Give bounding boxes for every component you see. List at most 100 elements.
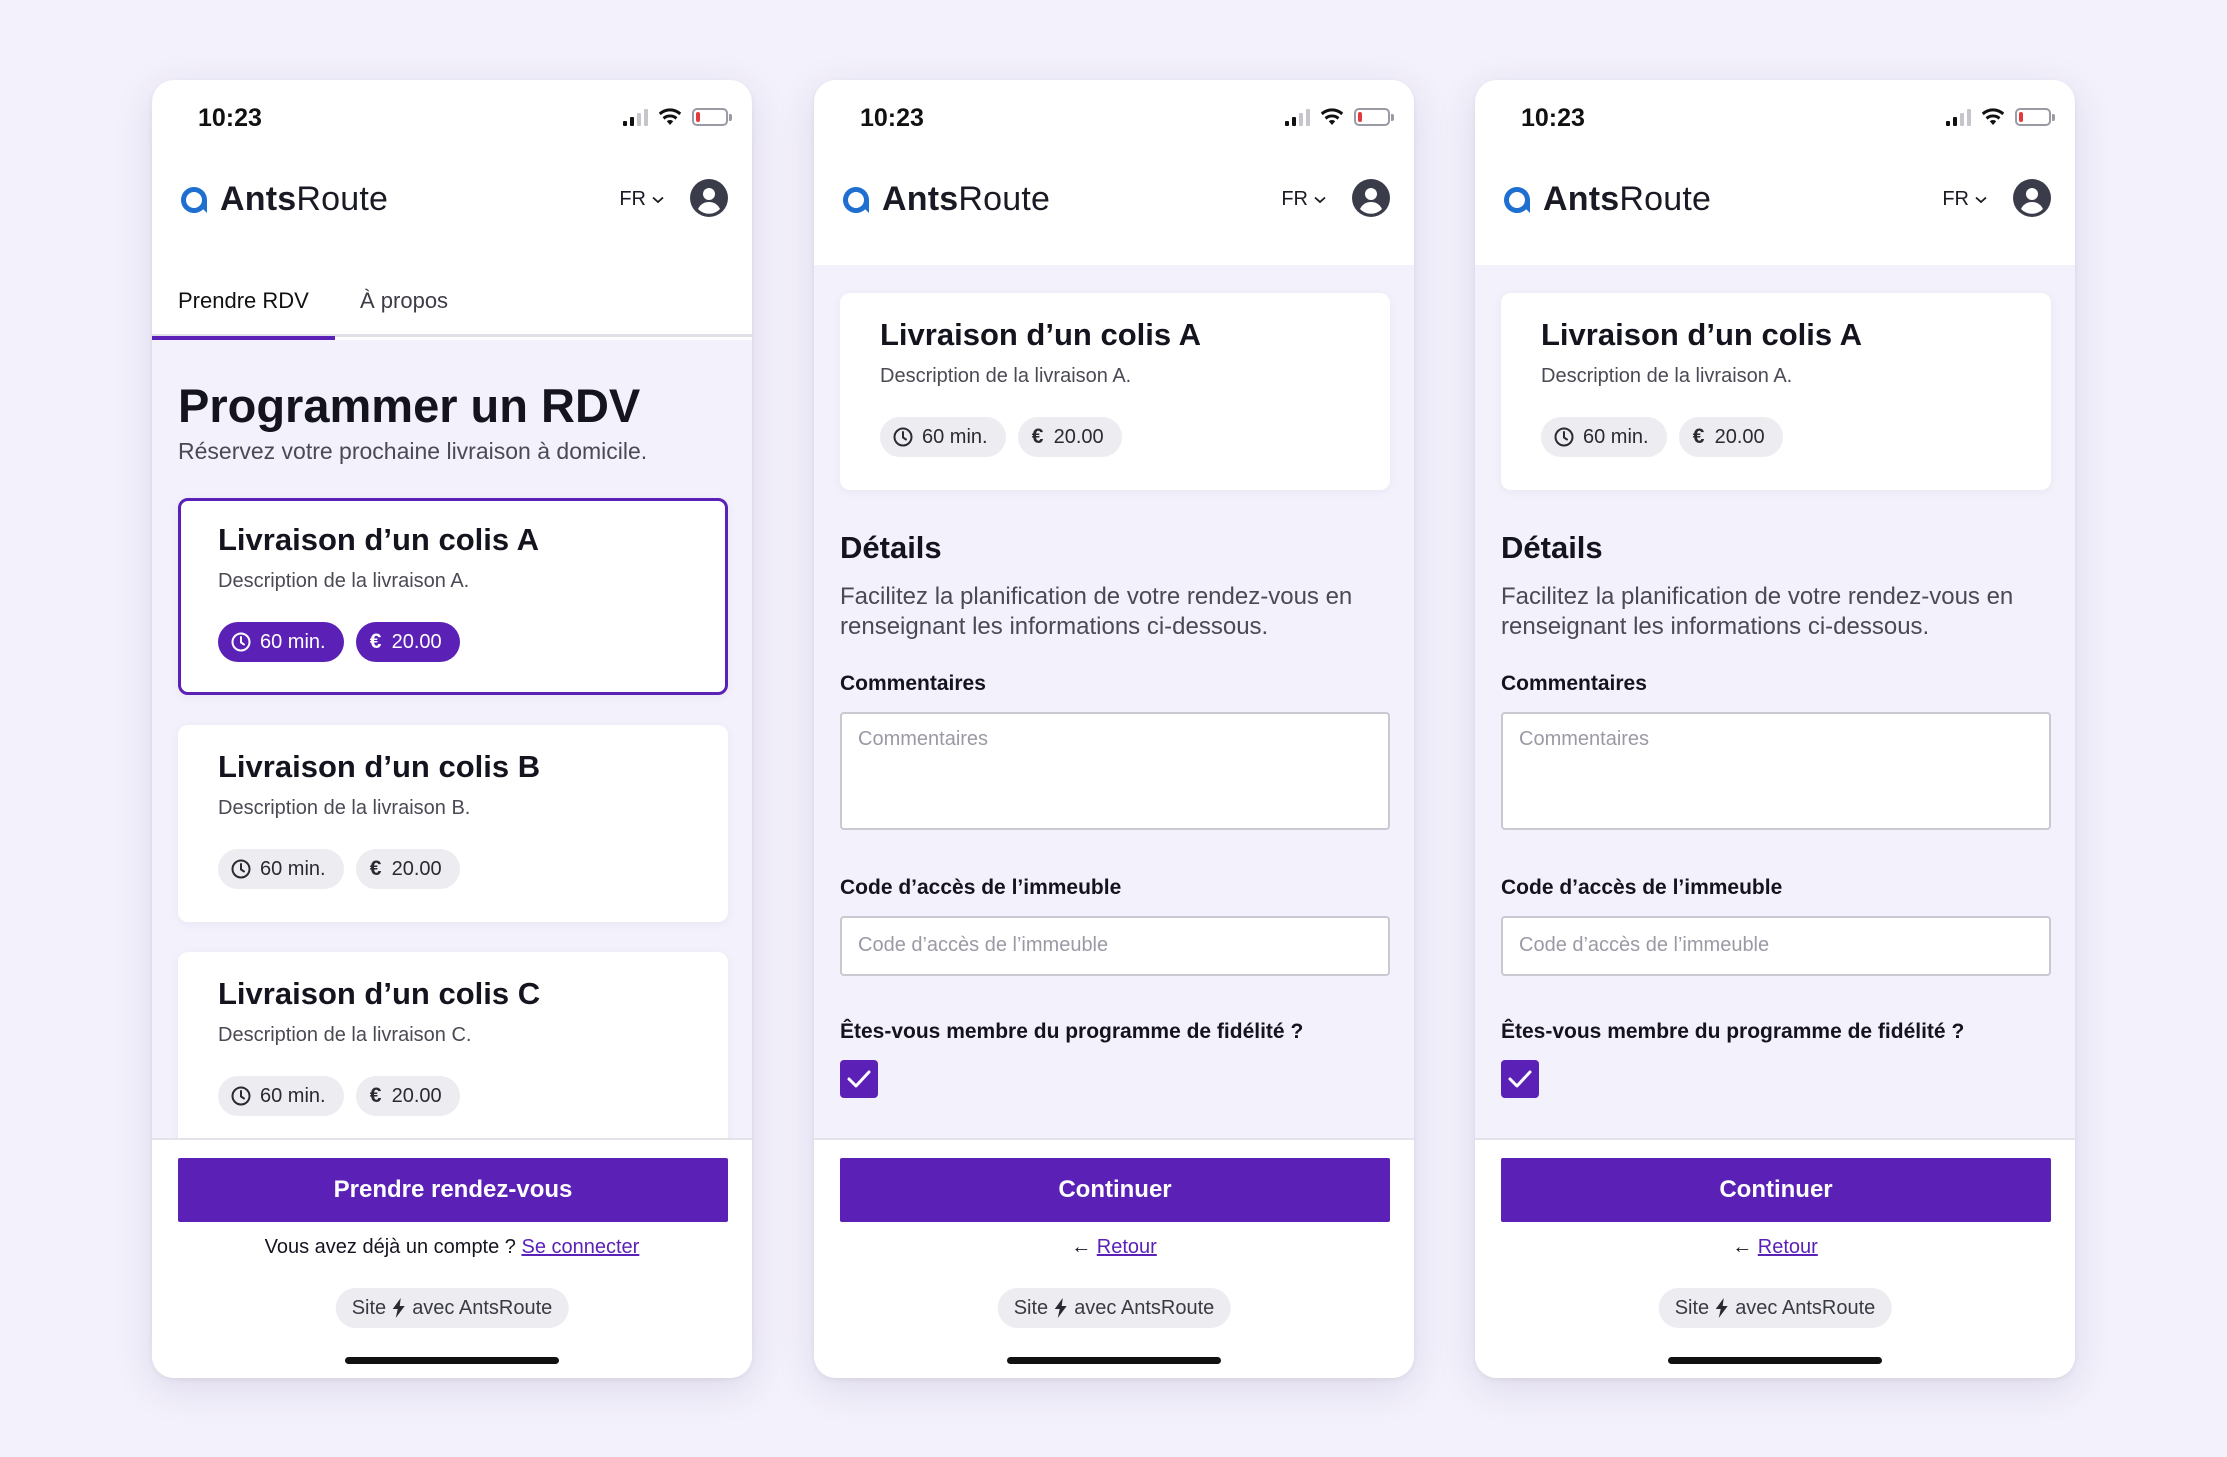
signal-icon: [1285, 108, 1310, 126]
footer-bar: Continuer ← Retour Site avec AntsRoute: [814, 1138, 1414, 1378]
phone-screen-service-list: 10:23 AntsRoute FR Prendre RDV À propos …: [152, 80, 752, 1378]
status-time: 10:23: [860, 104, 924, 132]
comments-textarea[interactable]: Commentaires: [840, 712, 1390, 830]
wifi-icon: [658, 108, 682, 125]
clock-icon: [893, 427, 913, 447]
language-selector[interactable]: FR: [619, 188, 664, 211]
service-title: Livraison d’un colis A: [880, 317, 1201, 352]
signal-icon: [623, 108, 648, 126]
chevron-down-icon: [1314, 196, 1326, 203]
home-indicator: [1007, 1357, 1221, 1364]
duration-chip: 60 min.: [1541, 417, 1667, 457]
details-subtitle: Facilitez la planification de votre rend…: [840, 583, 1353, 640]
powered-by-badge[interactable]: Site avec AntsRoute: [997, 1288, 1231, 1328]
lightning-icon: [1716, 1298, 1729, 1318]
loyalty-label: Êtes-vous membre du programme de fidélit…: [840, 1020, 1304, 1043]
continue-button[interactable]: Continuer: [1501, 1158, 2051, 1222]
clock-icon: [231, 632, 251, 652]
price-chip: € 20.00: [355, 1076, 460, 1116]
service-description: Description de la livraison B.: [218, 797, 471, 819]
status-bar: 10:23: [814, 80, 1414, 160]
continue-button[interactable]: Continuer: [840, 1158, 1390, 1222]
status-time: 10:23: [1521, 104, 1585, 132]
check-icon: [847, 1070, 871, 1088]
duration-chip: 60 min.: [880, 417, 1006, 457]
login-link[interactable]: Se connecter: [521, 1236, 639, 1258]
back-row: ← Retour: [1475, 1236, 2075, 1259]
language-selector[interactable]: FR: [1281, 188, 1326, 211]
logo-mark-icon: [1504, 186, 1530, 213]
access-code-label: Code d’accès de l’immeuble: [1501, 876, 1783, 899]
brand-name: AntsRoute: [220, 180, 389, 218]
language-label: FR: [1942, 188, 1969, 210]
battery-icon: [692, 108, 732, 126]
system-icons: [1946, 108, 2055, 126]
service-description: Description de la livraison A.: [218, 570, 470, 592]
chevron-down-icon: [1975, 196, 1987, 203]
user-avatar-icon[interactable]: [2013, 179, 2051, 217]
phone-screen-details: 10:23 AntsRoute FR Livraison d’un colis …: [814, 80, 1414, 1378]
duration-chip: 60 min.: [218, 1076, 344, 1116]
brand-logo[interactable]: AntsRoute: [1501, 180, 1711, 219]
arrow-left-icon: ←: [1732, 1236, 1753, 1258]
nav-tabs: Prendre RDV À propos: [152, 265, 752, 340]
footer-bar: Prendre rendez-vous Vous avez déjà un co…: [152, 1138, 752, 1378]
comments-label: Commentaires: [840, 672, 986, 695]
tab-a-propos[interactable]: À propos: [334, 265, 474, 337]
service-card-a[interactable]: Livraison d’un colis A Description de la…: [178, 498, 728, 695]
details-title: Détails: [1501, 530, 1603, 565]
access-code-label: Code d’accès de l’immeuble: [840, 876, 1122, 899]
access-code-input[interactable]: Code d’accès de l’immeuble: [840, 916, 1390, 976]
service-card-b[interactable]: Livraison d’un colis B Description de la…: [178, 725, 728, 922]
service-title: Livraison d’un colis A: [218, 522, 539, 557]
back-link[interactable]: Retour: [1097, 1236, 1157, 1258]
brand-name: AntsRoute: [882, 180, 1051, 218]
tab-prendre-rdv[interactable]: Prendre RDV: [152, 265, 335, 340]
price-chip: € 20.00: [355, 849, 460, 889]
back-link[interactable]: Retour: [1758, 1236, 1818, 1258]
euro-icon: €: [369, 1084, 382, 1107]
loyalty-checkbox[interactable]: [840, 1060, 878, 1098]
access-code-input[interactable]: Code d’accès de l’immeuble: [1501, 916, 2051, 976]
logo-mark-icon: [843, 186, 869, 213]
status-time: 10:23: [198, 104, 262, 132]
arrow-left-icon: ←: [1071, 1236, 1092, 1258]
back-row: ← Retour: [814, 1236, 1414, 1259]
loyalty-label: Êtes-vous membre du programme de fidélit…: [1501, 1020, 1965, 1043]
wifi-icon: [1320, 108, 1344, 125]
login-prompt: Vous avez déjà un compte ? Se connecter: [264, 1236, 640, 1258]
service-description: Description de la livraison A.: [880, 365, 1132, 387]
book-appointment-button[interactable]: Prendre rendez-vous: [178, 1158, 728, 1222]
price-chip: € 20.00: [1678, 417, 1783, 457]
service-card-c[interactable]: Livraison d’un colis C Description de la…: [178, 952, 728, 1149]
user-avatar-icon[interactable]: [1352, 179, 1390, 217]
service-description: Description de la livraison C.: [218, 1024, 472, 1046]
home-indicator: [345, 1357, 559, 1364]
user-avatar-icon[interactable]: [690, 179, 728, 217]
selected-service-card: Livraison d’un colis A Description de la…: [840, 293, 1390, 490]
comments-textarea[interactable]: Commentaires: [1501, 712, 2051, 830]
wifi-icon: [1981, 108, 2005, 125]
footer-bar: Continuer ← Retour Site avec AntsRoute: [1475, 1138, 2075, 1378]
language-label: FR: [1281, 188, 1308, 210]
brand-logo[interactable]: AntsRoute: [840, 180, 1050, 219]
powered-by-badge[interactable]: Site avec AntsRoute: [335, 1288, 569, 1328]
euro-icon: €: [369, 857, 382, 880]
page-title: Programmer un RDV: [178, 379, 641, 432]
status-bar: 10:23: [152, 80, 752, 160]
lightning-icon: [393, 1298, 406, 1318]
loyalty-checkbox[interactable]: [1501, 1060, 1539, 1098]
selected-service-card: Livraison d’un colis A Description de la…: [1501, 293, 2051, 490]
status-bar: 10:23: [1475, 80, 2075, 160]
price-chip: € 20.00: [1017, 417, 1122, 457]
brand-name: AntsRoute: [1543, 180, 1712, 218]
language-selector[interactable]: FR: [1942, 188, 1987, 211]
clock-icon: [231, 1086, 251, 1106]
clock-icon: [1554, 427, 1574, 447]
powered-by-badge[interactable]: Site avec AntsRoute: [1658, 1288, 1892, 1328]
brand-logo[interactable]: AntsRoute: [178, 180, 388, 219]
chevron-down-icon: [652, 196, 664, 203]
system-icons: [1285, 108, 1394, 126]
service-title: Livraison d’un colis C: [218, 976, 541, 1011]
check-icon: [1508, 1070, 1532, 1088]
